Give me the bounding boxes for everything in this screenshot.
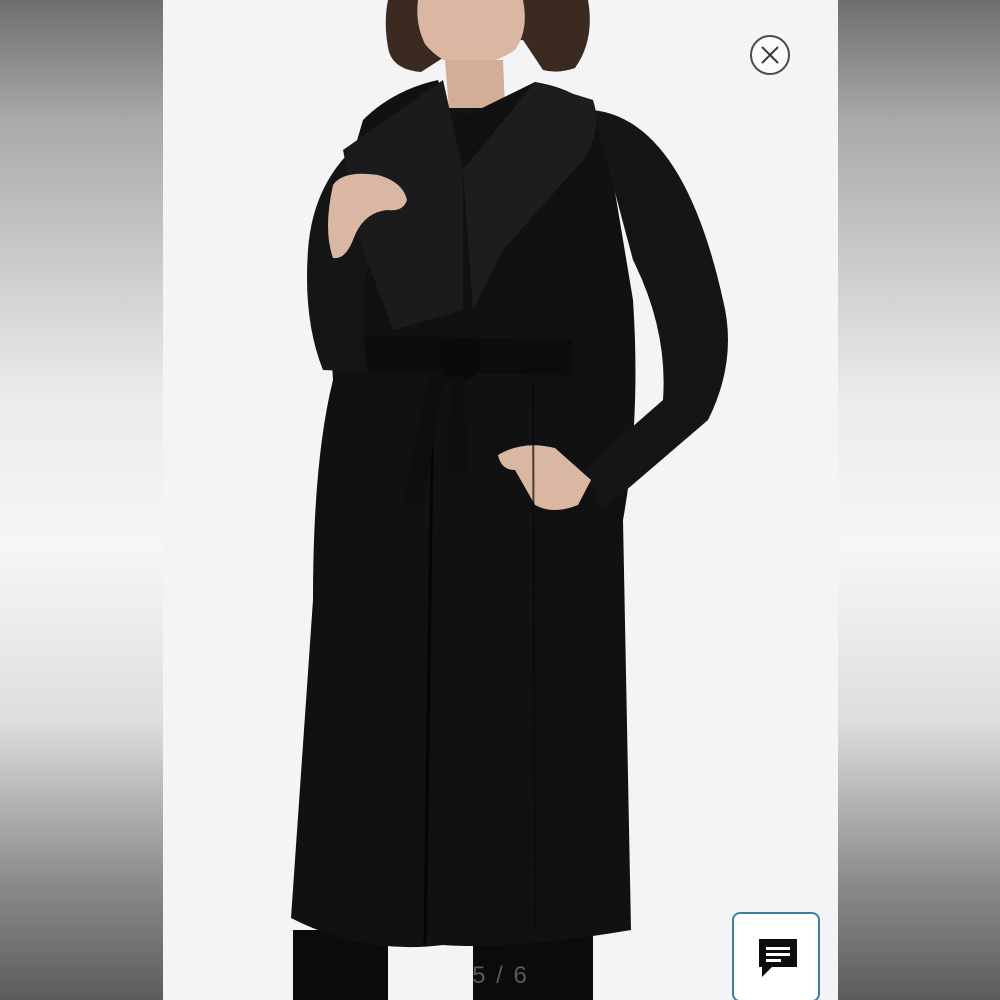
right-blur-backdrop [838, 0, 1000, 1000]
close-button[interactable] [750, 35, 790, 75]
left-blur-backdrop [0, 0, 163, 1000]
chat-bubble-icon [759, 939, 797, 977]
product-photo [291, 0, 728, 1000]
close-circle-icon [761, 46, 779, 64]
image-counter: 5 / 6 [472, 962, 529, 989]
image-viewer: 5 / 6 [163, 0, 838, 1000]
chat-button[interactable] [732, 912, 820, 1000]
